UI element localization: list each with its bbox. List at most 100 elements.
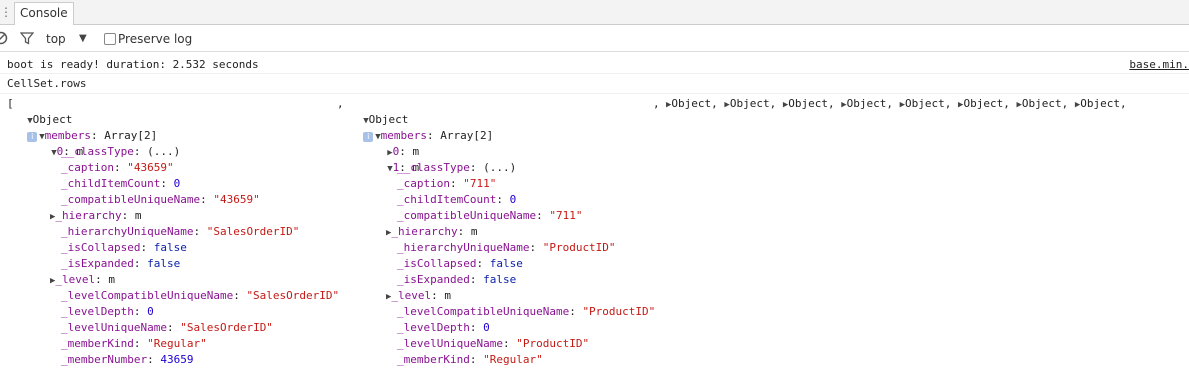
- source-link[interactable]: base.min.: [1129, 57, 1189, 73]
- collapsed-object[interactable]: ▶Object,: [841, 97, 899, 110]
- property-row: _isCollapsed: false: [61, 241, 187, 254]
- property-value: "SalesOrderID": [246, 289, 340, 302]
- property-key: _childItemCount: [397, 193, 497, 206]
- collapsed-object[interactable]: ▶Object,: [900, 97, 958, 110]
- console-toolbar: top ▼ Preserve log: [0, 26, 1189, 52]
- property-value: 43659: [160, 353, 194, 366]
- property-value: m: [470, 225, 478, 238]
- property-row: __classType: (...): [397, 161, 517, 174]
- property-value: 0: [173, 177, 181, 190]
- array-comma: ,: [337, 97, 344, 110]
- property-value: 0: [483, 321, 490, 334]
- property-key: _isExpanded: [61, 257, 134, 270]
- collapsed-objects: ▶Object, ▶Object, ▶Object, ▶Object, ▶Obj…: [666, 96, 1133, 112]
- property-key: __classType: [397, 161, 470, 174]
- property-value: "711": [463, 177, 497, 190]
- property-row: _levelUniqueName: "SalesOrderID": [61, 321, 273, 334]
- property-row[interactable]: ▶_level: m: [386, 288, 451, 304]
- message-divider: [0, 93, 1189, 94]
- property-key: _compatibleUniqueName: [61, 193, 201, 206]
- property-key: _levelDepth: [61, 305, 134, 318]
- property-value: "Regular": [483, 353, 543, 366]
- property-row: _caption: "711": [397, 177, 497, 190]
- tab-console[interactable]: Console: [14, 2, 74, 25]
- collapsed-object[interactable]: ▶Object,: [958, 97, 1016, 110]
- property-value: "43659": [127, 161, 174, 174]
- property-value: "ProductID": [582, 305, 656, 318]
- property-row: _childItemCount: 0: [61, 177, 181, 190]
- member-index-row[interactable]: ▶0: m: [374, 128, 419, 158]
- property-key: _isCollapsed: [61, 241, 141, 254]
- property-value: "711": [549, 209, 583, 222]
- preserve-log-checkbox[interactable]: [104, 33, 116, 45]
- property-key: _caption: [397, 177, 450, 190]
- property-value: "Regular": [147, 337, 207, 350]
- collapsed-object[interactable]: ▶Object,: [724, 97, 782, 110]
- member-index-row[interactable]: ▼0: m: [38, 128, 83, 158]
- context-dropdown-caret-icon[interactable]: ▼: [79, 31, 87, 47]
- property-value: "ProductID": [542, 241, 616, 254]
- property-value: 0: [147, 305, 154, 318]
- property-key: _hierarchy: [55, 209, 122, 222]
- property-key: _isCollapsed: [397, 257, 477, 270]
- property-row: _memberKind: "Regular": [397, 353, 543, 366]
- property-value: m: [444, 289, 452, 302]
- property-key: _memberNumber: [61, 353, 148, 366]
- object-0-header[interactable]: ▼Object i: [14, 96, 72, 142]
- property-value: 0: [509, 193, 517, 206]
- property-row: _hierarchyUniqueName: "ProductID": [397, 241, 616, 254]
- property-value: false: [483, 273, 517, 286]
- property-key: _levelUniqueName: [61, 321, 167, 334]
- property-key: __classType: [61, 145, 134, 158]
- property-row[interactable]: ▶_hierarchy: m: [386, 224, 478, 240]
- context-selector[interactable]: top: [46, 31, 66, 47]
- property-row: _levelCompatibleUniqueName: "ProductID": [397, 305, 656, 318]
- property-row: _levelDepth: 0: [397, 321, 490, 334]
- property-row: _isExpanded: false: [397, 273, 517, 286]
- collapsed-object[interactable]: ▶Object,: [1075, 97, 1133, 110]
- property-row: _caption: "43659": [61, 161, 174, 174]
- members-row[interactable]: ▼members: Array[2]: [362, 112, 493, 142]
- property-row: _compatibleUniqueName: "43659": [61, 193, 260, 206]
- property-key: _compatibleUniqueName: [397, 209, 537, 222]
- property-key: _levelCompatibleUniqueName: [397, 305, 570, 318]
- property-key: _level: [55, 273, 96, 286]
- property-row: _levelUniqueName: "ProductID": [397, 337, 590, 350]
- property-row: _memberNumber: 43659: [61, 353, 194, 366]
- filter-icon[interactable]: [20, 31, 34, 45]
- property-value: m: [134, 209, 142, 222]
- collapsed-object[interactable]: ▶Object,: [1016, 97, 1074, 110]
- property-key: _level: [391, 289, 432, 302]
- collapsed-object[interactable]: ▶Object,: [783, 97, 841, 110]
- property-row: _hierarchyUniqueName: "SalesOrderID": [61, 225, 300, 238]
- more-tools-icon[interactable]: ⋮: [0, 6, 12, 20]
- property-value: "SalesOrderID": [206, 225, 300, 238]
- property-key: _hierarchy: [391, 225, 458, 238]
- clear-console-icon[interactable]: [0, 31, 8, 45]
- property-row: _memberKind: "Regular": [61, 337, 207, 350]
- cellset-log-message: CellSet.rows: [7, 77, 87, 90]
- boot-log-message: boot is ready! duration: 2.532 seconds: [7, 58, 259, 71]
- property-key: _childItemCount: [61, 177, 161, 190]
- property-key: _levelCompatibleUniqueName: [61, 289, 234, 302]
- property-value: false: [147, 257, 181, 270]
- members-row[interactable]: ▼members: Array[2]: [26, 112, 157, 142]
- property-row: _levelCompatibleUniqueName: "SalesOrderI…: [61, 289, 340, 302]
- property-key: _caption: [61, 161, 114, 174]
- property-value: "ProductID": [516, 337, 590, 350]
- property-row[interactable]: ▶_level: m: [50, 272, 115, 288]
- message-divider: [0, 73, 1189, 74]
- object-1-header[interactable]: ▼Object i: [350, 96, 408, 142]
- property-value: "43659": [213, 193, 260, 206]
- property-row: _isCollapsed: false: [397, 257, 523, 270]
- property-row[interactable]: ▶_hierarchy: m: [50, 208, 142, 224]
- property-row: _levelDepth: 0: [61, 305, 154, 318]
- property-row: _compatibleUniqueName: "711": [397, 209, 583, 222]
- property-row: _isExpanded: false: [61, 257, 181, 270]
- collapsed-object[interactable]: ▶Object,: [666, 97, 724, 110]
- member-index-row[interactable]: ▼1: m: [374, 144, 419, 174]
- property-key: _levelDepth: [397, 321, 470, 334]
- preserve-log-label[interactable]: Preserve log: [118, 31, 192, 47]
- property-key: _levelUniqueName: [397, 337, 503, 350]
- property-key: _isExpanded: [397, 273, 470, 286]
